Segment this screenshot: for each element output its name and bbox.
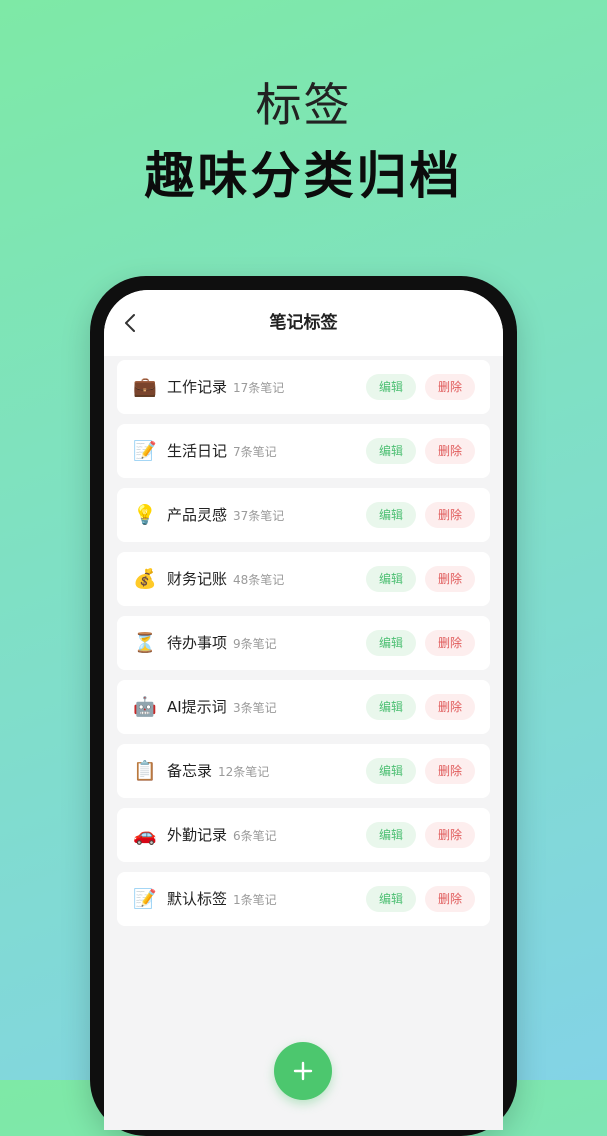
lightbulb-icon: 💡: [133, 504, 157, 526]
edit-button[interactable]: 编辑: [366, 694, 416, 720]
tag-note-count: 17条笔记: [233, 381, 285, 395]
delete-button[interactable]: 删除: [425, 566, 475, 592]
delete-button[interactable]: 删除: [425, 502, 475, 528]
tag-name: AI提示词: [167, 698, 227, 716]
money-bag-icon: 💰: [133, 568, 157, 590]
tag-note-count: 37条笔记: [233, 509, 285, 523]
tag-name: 待办事项: [167, 634, 228, 652]
tag-list-item[interactable]: 💡 产品灵感 37条笔记 编辑 删除: [117, 488, 490, 542]
tag-name: 外勤记录: [167, 826, 228, 844]
delete-button[interactable]: 删除: [425, 374, 475, 400]
tag-name: 产品灵感: [167, 506, 228, 524]
delete-button[interactable]: 删除: [425, 438, 475, 464]
delete-button[interactable]: 删除: [425, 758, 475, 784]
promo-subtitle: 趣味分类归档: [144, 147, 463, 205]
edit-button[interactable]: 编辑: [366, 438, 416, 464]
tag-list-item[interactable]: 💼 工作记录 17条笔记 编辑 删除: [117, 360, 490, 414]
tag-note-count: 12条笔记: [218, 765, 270, 779]
tag-note-count: 6条笔记: [233, 829, 277, 843]
edit-button[interactable]: 编辑: [366, 502, 416, 528]
edit-button[interactable]: 编辑: [366, 374, 416, 400]
tag-name: 工作记录: [167, 378, 228, 396]
clipboard-icon: 📋: [133, 760, 157, 782]
plus-icon: [293, 1061, 313, 1081]
tag-list-item[interactable]: 📝 默认标签 1条笔记 编辑 删除: [117, 872, 490, 926]
robot-icon: 🤖: [133, 696, 157, 718]
delete-button[interactable]: 删除: [425, 822, 475, 848]
tag-name: 备忘录: [167, 762, 213, 780]
delete-button[interactable]: 删除: [425, 694, 475, 720]
tag-name: 默认标签: [167, 890, 228, 908]
edit-button[interactable]: 编辑: [366, 822, 416, 848]
page-title: 笔记标签: [269, 313, 338, 333]
tag-note-count: 3条笔记: [233, 701, 277, 715]
hourglass-icon: ⏳: [133, 632, 157, 654]
tag-list-item[interactable]: 💰 财务记账 48条笔记 编辑 删除: [117, 552, 490, 606]
edit-button[interactable]: 编辑: [366, 758, 416, 784]
tag-note-count: 7条笔记: [233, 445, 277, 459]
add-tag-button[interactable]: [274, 1042, 332, 1100]
edit-button[interactable]: 编辑: [366, 630, 416, 656]
tag-note-count: 48条笔记: [233, 573, 285, 587]
tag-note-count: 1条笔记: [233, 893, 277, 907]
tag-list-item[interactable]: 📋 备忘录 12条笔记 编辑 删除: [117, 744, 490, 798]
tag-note-count: 9条笔记: [233, 637, 277, 651]
phone-frame: 笔记标签 💼 工作记录 17条笔记 编辑 删除 📝 生活日记 7条笔记 编辑 删除 💡 产品灵感 37条…: [90, 276, 517, 1136]
car-icon: 🚗: [133, 824, 157, 846]
delete-button[interactable]: 删除: [425, 630, 475, 656]
briefcase-icon: 💼: [133, 376, 157, 398]
memo-icon: 📝: [133, 440, 157, 462]
tag-list-item[interactable]: 🚗 外勤记录 6条笔记 编辑 删除: [117, 808, 490, 862]
delete-button[interactable]: 删除: [425, 886, 475, 912]
edit-button[interactable]: 编辑: [366, 886, 416, 912]
tag-list-item[interactable]: 📝 生活日记 7条笔记 编辑 删除: [117, 424, 490, 478]
promo-title: 标签: [255, 78, 352, 132]
tag-name: 财务记账: [167, 570, 228, 588]
tag-list-item[interactable]: ⏳ 待办事项 9条笔记 编辑 删除: [117, 616, 490, 670]
nav-bar: 笔记标签: [104, 290, 503, 356]
tag-list: 💼 工作记录 17条笔记 编辑 删除 📝 生活日记 7条笔记 编辑 删除 💡 产品灵感 37条笔记 编辑删…: [117, 360, 490, 936]
phone-screen: 笔记标签 💼 工作记录 17条笔记 编辑 删除 📝 生活日记 7条笔记 编辑 删除 💡 产品灵感 37条…: [104, 290, 503, 1130]
tag-name: 生活日记: [167, 442, 228, 460]
edit-button[interactable]: 编辑: [366, 566, 416, 592]
tag-list-item[interactable]: 🤖 AI提示词 3条笔记 编辑 删除: [117, 680, 490, 734]
memo-icon: 📝: [133, 888, 157, 910]
